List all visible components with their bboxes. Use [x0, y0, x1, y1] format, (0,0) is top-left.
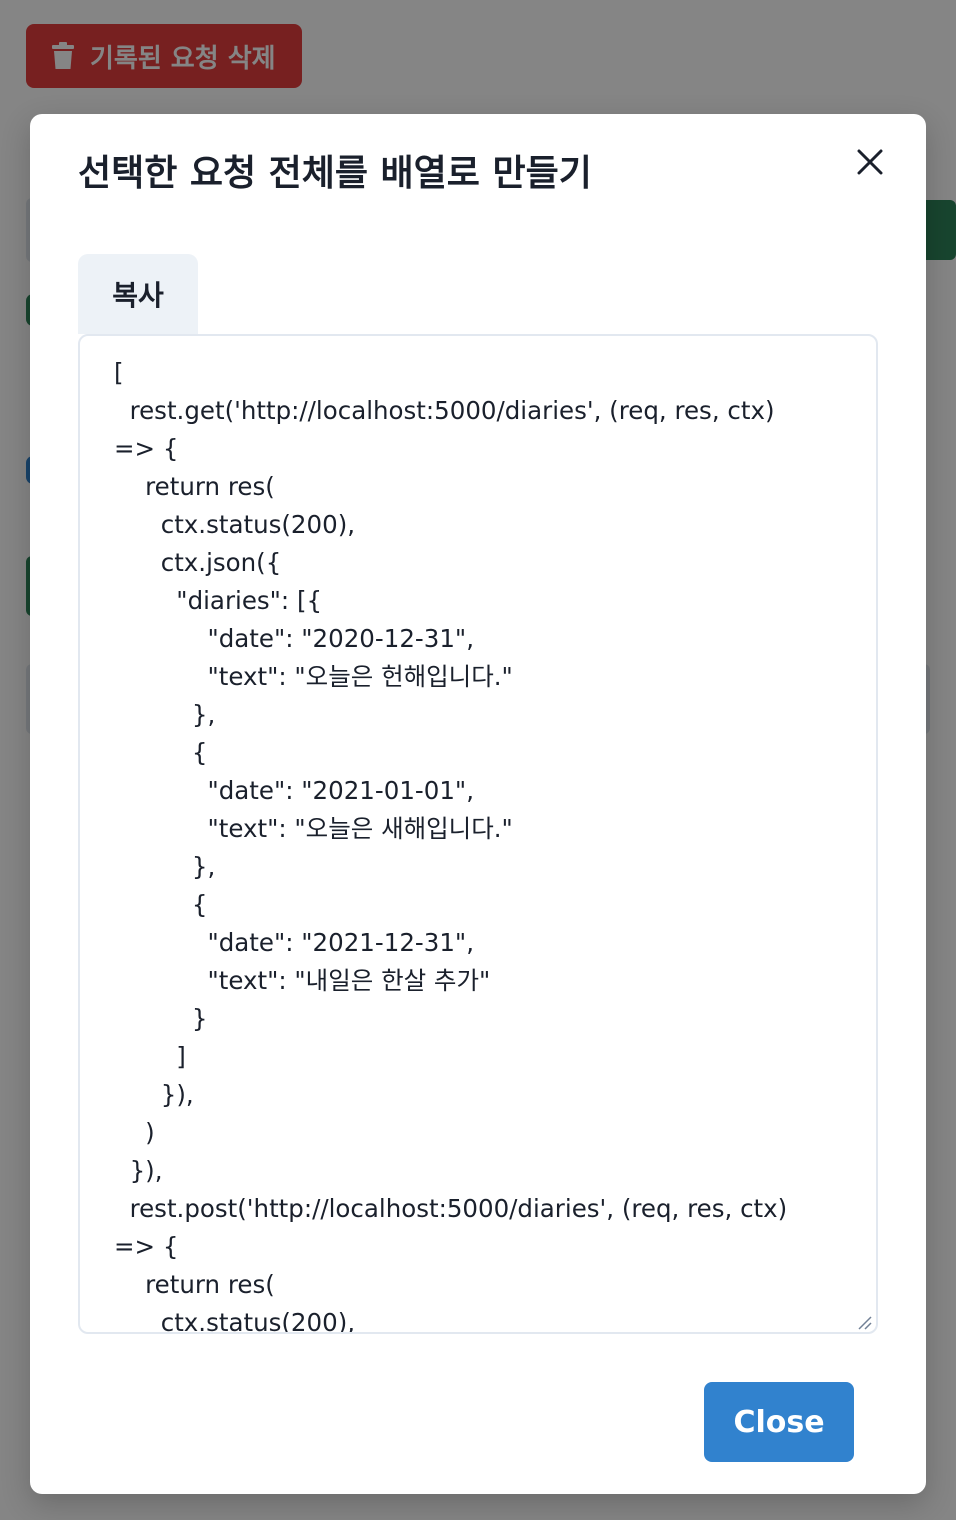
- array-modal: 선택한 요청 전체를 배열로 만들기 복사 [ rest.get('http:/…: [30, 114, 926, 1494]
- close-button[interactable]: Close: [704, 1382, 854, 1462]
- resize-handle-icon[interactable]: [856, 1314, 872, 1330]
- code-textarea[interactable]: [ rest.get('http://localhost:5000/diarie…: [78, 334, 878, 1334]
- modal-title: 선택한 요청 전체를 배열로 만들기: [78, 153, 592, 194]
- close-icon: [857, 149, 883, 179]
- modal-close-button[interactable]: [850, 144, 890, 184]
- copy-button[interactable]: 복사: [78, 254, 198, 334]
